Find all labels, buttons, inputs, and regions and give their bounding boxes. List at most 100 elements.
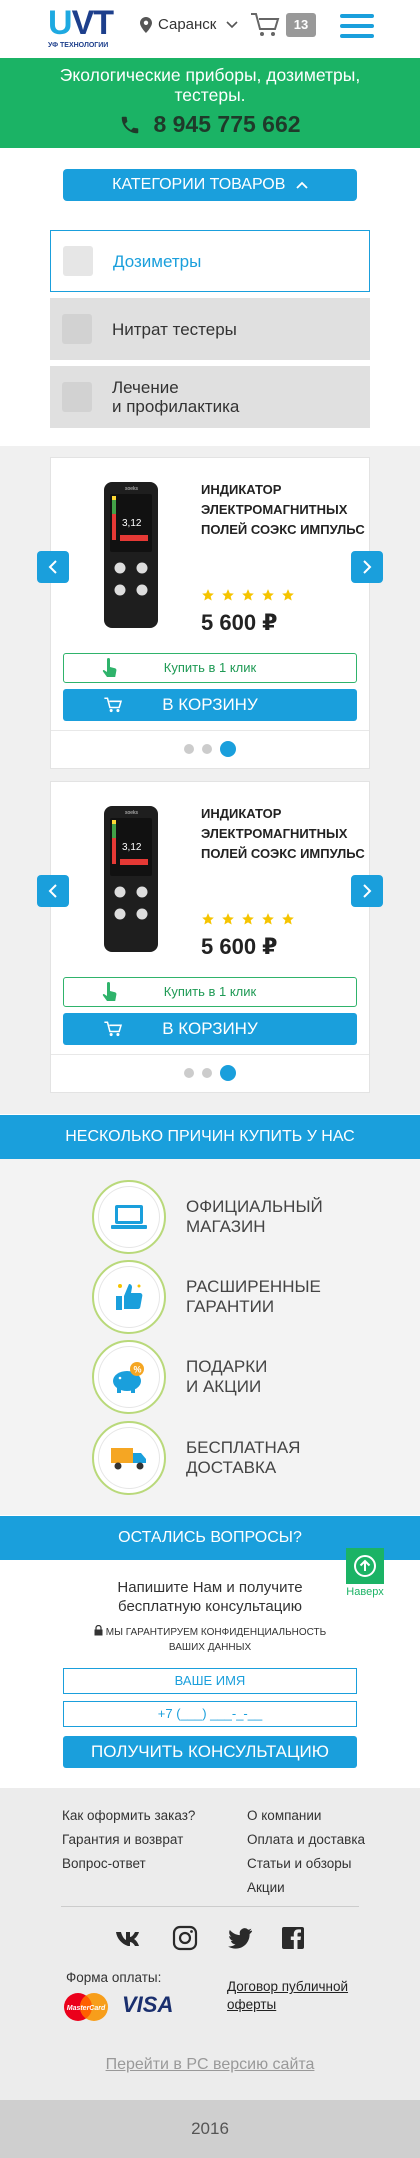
- facebook-icon[interactable]: [279, 1924, 307, 1952]
- add-to-cart-button[interactable]: В корзину: [63, 1013, 357, 1045]
- carousel-dot-active[interactable]: [220, 1065, 236, 1081]
- lock-icon: [94, 1624, 103, 1636]
- product-name[interactable]: Индикатор электромагнитных полей СОЭКС И…: [201, 480, 366, 540]
- footer-link[interactable]: Как оформить заказ?: [62, 1804, 195, 1828]
- carousel-dot[interactable]: [184, 744, 194, 754]
- footer-link[interactable]: О компании: [247, 1804, 365, 1828]
- buy-one-click-label: Купить в 1 клик: [163, 660, 257, 675]
- site-header: UVT УФ ТЕХНОЛОГИИ Саранск 13: [0, 0, 420, 58]
- name-input[interactable]: ВАШЕ ИМЯ: [63, 1668, 357, 1694]
- buy-one-click-button[interactable]: Купить в 1 клик: [63, 977, 357, 1007]
- cart-button[interactable]: 13: [250, 12, 316, 38]
- site-tagline: Экологические приборы, дозиметры, тестер…: [59, 65, 361, 105]
- laptop-icon: [111, 1205, 147, 1229]
- category-thumbnail: [62, 314, 92, 344]
- product-rating: [201, 912, 295, 926]
- chevron-left-icon: [48, 560, 57, 574]
- public-offer-link[interactable]: Договор публичной оферты: [227, 1978, 367, 2014]
- divider: [51, 1054, 369, 1055]
- chevron-right-icon: [363, 884, 372, 898]
- footer-link[interactable]: Акции: [247, 1876, 365, 1900]
- city-selector[interactable]: Саранск: [140, 16, 244, 33]
- reason-label: Подарки и акции: [186, 1357, 268, 1396]
- reason-icon-circle: %: [92, 1340, 166, 1414]
- carousel-dot[interactable]: [184, 1068, 194, 1078]
- carousel-dots: [51, 1065, 369, 1081]
- reason-icon-circle: [92, 1260, 166, 1334]
- svg-text:soeks: soeks: [125, 486, 139, 492]
- category-item-nitrate-testers[interactable]: Нитрат тестеры: [50, 298, 370, 360]
- chevron-left-icon: [48, 884, 57, 898]
- footer-link[interactable]: Статьи и обзоры: [247, 1852, 365, 1876]
- reason-label: Бесплатная доставка: [186, 1438, 301, 1477]
- thumbs-up-icon: [116, 1284, 143, 1310]
- carousel-dot[interactable]: [202, 744, 212, 754]
- carousel-next-button[interactable]: [351, 551, 383, 583]
- category-label: Лечение и профилактика: [112, 378, 240, 416]
- category-label: Нитрат тестеры: [112, 319, 237, 339]
- carousel-prev-button[interactable]: [37, 875, 69, 907]
- category-item-treatment[interactable]: Лечение и профилактика: [50, 366, 370, 428]
- star-icon: [282, 589, 294, 601]
- star-icon: [282, 913, 294, 925]
- product-image[interactable]: 3,12 soeks: [96, 480, 166, 630]
- footer-divider: [61, 1906, 359, 1907]
- category-thumbnail: [62, 382, 92, 412]
- carousel-dot[interactable]: [202, 1068, 212, 1078]
- reason-icon-circle: [92, 1180, 166, 1254]
- get-consultation-button[interactable]: Получить консультацию: [63, 1736, 357, 1768]
- footer-link[interactable]: Гарантия и возврат: [62, 1828, 195, 1852]
- product-price: 5 600 ₽: [201, 934, 278, 959]
- star-icon: [262, 589, 274, 601]
- star-icon: [222, 913, 234, 925]
- reason-item: % Подарки и акции: [92, 1340, 267, 1414]
- reason-item: Официальный магазин: [92, 1180, 323, 1254]
- twitter-icon[interactable]: [226, 1924, 254, 1952]
- buy-one-click-button[interactable]: Купить в 1 клик: [63, 653, 357, 683]
- carousel-dot-active[interactable]: [220, 741, 236, 757]
- cart-count-badge: 13: [286, 13, 316, 37]
- reason-item: Расширенные гарантии: [92, 1260, 321, 1334]
- product-name[interactable]: Индикатор электромагнитных полей СОЭКС И…: [201, 804, 366, 864]
- categories-toggle-button[interactable]: Категории товаров: [63, 169, 357, 201]
- reason-label: Расширенные гарантии: [186, 1277, 321, 1316]
- product-image[interactable]: 3,12 soeks: [96, 804, 166, 954]
- product-card: 3,12 soeks Индикатор электромагнитных по…: [50, 457, 370, 769]
- green-banner: Экологические приборы, дозиметры, тестер…: [0, 58, 420, 148]
- vk-icon[interactable]: [114, 1924, 142, 1952]
- phone-link[interactable]: 8 945 775 662: [0, 111, 420, 138]
- add-to-cart-button[interactable]: В корзину: [63, 689, 357, 721]
- category-thumbnail: [63, 246, 93, 276]
- scroll-to-top-button[interactable]: Наверх: [345, 1548, 385, 1600]
- visa-logo: VISA: [122, 1992, 174, 2017]
- desktop-version-link[interactable]: Перейти в PC версию сайта: [0, 2056, 420, 2074]
- delivery-truck-icon: [111, 1448, 146, 1470]
- carousel-next-button[interactable]: [351, 875, 383, 907]
- copyright-bar: 2016: [0, 2100, 420, 2158]
- mastercard-label: MasterCard: [67, 2005, 106, 2012]
- logo-mark: UVT: [48, 4, 114, 42]
- carousel-prev-button[interactable]: [37, 551, 69, 583]
- footer-link[interactable]: Оплата и доставка: [247, 1828, 365, 1852]
- svg-text:soeks: soeks: [125, 810, 139, 816]
- category-item-dosimeters[interactable]: Дозиметры: [50, 230, 370, 292]
- device-screen-value: 3,12: [122, 518, 142, 529]
- chevron-up-icon: [296, 181, 308, 189]
- menu-icon[interactable]: [340, 14, 374, 40]
- cart-icon: [104, 1021, 123, 1037]
- star-icon: [242, 913, 254, 925]
- svg-text:%: %: [134, 1365, 142, 1375]
- instagram-icon[interactable]: [171, 1924, 199, 1952]
- location-pin-icon: [140, 16, 152, 33]
- carousel-dots: [51, 741, 369, 757]
- product-rating: [201, 588, 295, 602]
- phone-input[interactable]: +7 (___) ___-_-__: [63, 1701, 357, 1727]
- logo[interactable]: UVT УФ ТЕХНОЛОГИИ: [48, 5, 118, 53]
- category-label: Дозиметры: [113, 251, 202, 271]
- divider: [51, 730, 369, 731]
- cart-icon: [251, 13, 280, 36]
- star-icon: [222, 589, 234, 601]
- product-price: 5 600 ₽: [201, 610, 278, 635]
- privacy-note: Мы гарантируем конфиденциальность ваших …: [0, 1624, 420, 1655]
- footer-link[interactable]: Вопрос-ответ: [62, 1852, 195, 1876]
